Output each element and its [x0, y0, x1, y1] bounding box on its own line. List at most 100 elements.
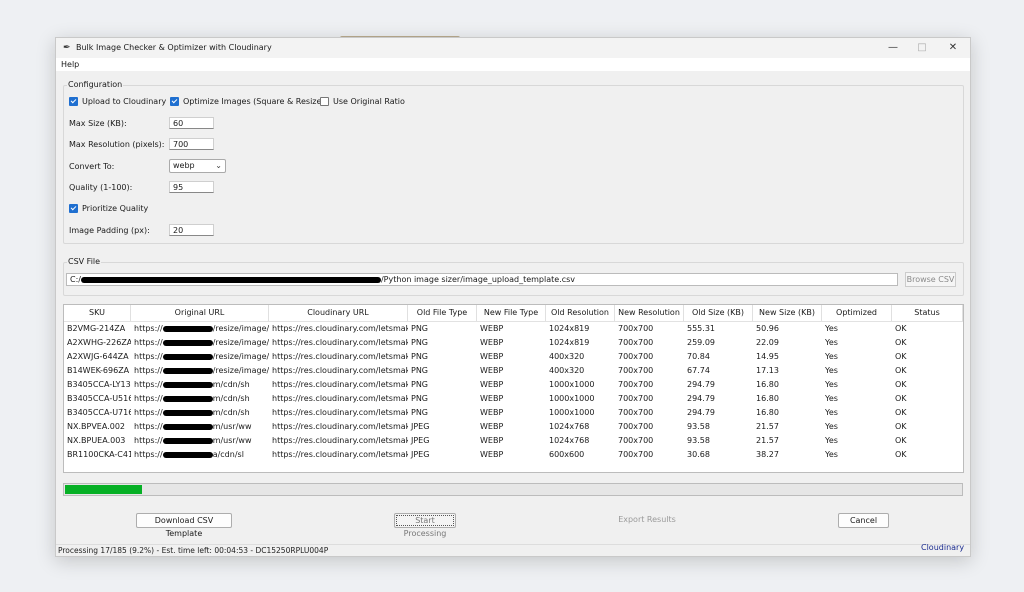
table-row[interactable]: B3405CCA-U7165https:// m/cdn/sh https://re… [64, 406, 963, 420]
cell-new-resolution: 700x700 [618, 450, 654, 459]
table-row[interactable]: A2XWHG-226ZA https:// /resize/image/https:… [64, 336, 963, 350]
cell-cloudinary-url: https://res.cloudinary.com/letsmake [272, 324, 408, 333]
csv-path-field[interactable]: C:/ /Python image sizer/image_upload_temp… [66, 273, 898, 286]
cell-optimized: Yes [825, 422, 838, 431]
cell-old-resolution: 1024x768 [549, 422, 590, 431]
cell-original-url: https:// /resize/image/ [131, 364, 269, 378]
cell-old-file-type: PNG [411, 352, 429, 361]
cell-optimized: Yes [825, 394, 838, 403]
csv-path-prefix: C:/ [70, 275, 81, 284]
max-size-label: Max Size (KB): [69, 119, 127, 128]
upload-cloudinary-checkbox[interactable]: Upload to Cloudinary [69, 97, 166, 106]
quality-label: Quality (1-100): [69, 183, 133, 192]
cell-new-resolution: 700x700 [618, 352, 654, 361]
cell-status: OK [895, 338, 907, 347]
column-header-new-resolution[interactable]: New Resolution [615, 305, 684, 321]
image-padding-input[interactable]: 20 [169, 224, 214, 236]
cell-new-file-type: WEBP [480, 450, 504, 459]
optimize-images-checkbox[interactable]: Optimize Images (Square & Resize) [170, 97, 325, 106]
cell-new-resolution: 700x700 [618, 338, 654, 347]
cell-old-file-type: PNG [411, 366, 429, 375]
cell-optimized: Yes [825, 450, 838, 459]
cell-new-resolution: 700x700 [618, 408, 654, 417]
cell-old-file-type: PNG [411, 380, 429, 389]
table-row[interactable]: B14WEK-696ZA https:// /resize/image/https:… [64, 364, 963, 378]
minimize-button[interactable]: — [880, 41, 906, 55]
checkbox-checked-icon [69, 204, 78, 213]
cloudinary-link[interactable]: Cloudinary [921, 543, 964, 552]
cell-original-url: https:// m/cdn/sh [131, 378, 269, 392]
maximize-button[interactable]: □ [909, 41, 935, 55]
cell-new-size: 16.80 [756, 408, 779, 417]
redaction-bar [162, 423, 213, 430]
cell-new-size: 50.96 [756, 324, 779, 333]
cell-sku: B14WEK-696ZA [67, 366, 130, 375]
cell-original-url: https:// a/cdn/sl [131, 448, 269, 462]
status-divider [56, 544, 970, 545]
close-button[interactable]: ✕ [940, 41, 966, 55]
table-row[interactable]: B3405CCA-U5165https:// m/cdn/sh https://re… [64, 392, 963, 406]
prioritize-quality-checkbox[interactable]: Prioritize Quality [69, 204, 148, 213]
table-row[interactable]: NX.BPVEA.002 https:// m/usr/ww https://res.… [64, 420, 963, 434]
use-original-ratio-checkbox[interactable]: Use Original Ratio [320, 97, 405, 106]
table-row[interactable]: B3405CCA-LY134 https:// m/cdn/sh https://re… [64, 378, 963, 392]
cell-old-size: 294.79 [687, 380, 715, 389]
cell-new-size: 14.95 [756, 352, 779, 361]
cell-sku: A2XWJG-644ZA [67, 352, 129, 361]
cell-new-resolution: 700x700 [618, 366, 654, 375]
url-suffix: m/usr/ww [212, 422, 252, 431]
table-row[interactable]: B2VMG-214ZA https:// /resize/image/https:/… [64, 322, 963, 336]
download-csv-template-button[interactable]: Download CSV Template [136, 513, 232, 538]
cell-optimized: Yes [825, 408, 838, 417]
cell-old-resolution: 1024x819 [549, 324, 590, 333]
column-header-new-size[interactable]: New Size (KB) [753, 305, 822, 321]
cell-old-file-type: PNG [411, 324, 429, 333]
table-row[interactable]: A2XWJG-644ZA https:// /resize/image/https:… [64, 350, 963, 364]
table-row[interactable]: BR1100CKA-C412https:// a/cdn/sl https://re… [64, 448, 963, 462]
url-suffix: /resize/image/ [212, 338, 269, 347]
cell-old-resolution: 400x320 [549, 352, 585, 361]
url-suffix: /resize/image/ [212, 352, 269, 361]
cell-new-size: 21.57 [756, 422, 779, 431]
progress-fill [65, 485, 142, 494]
cell-new-resolution: 700x700 [618, 394, 654, 403]
column-header-cloudinary-url[interactable]: Cloudinary URL [269, 305, 408, 321]
column-header-old-file-type[interactable]: Old File Type [408, 305, 477, 321]
column-header-new-file-type[interactable]: New File Type [477, 305, 546, 321]
cell-new-file-type: WEBP [480, 436, 504, 445]
cell-new-size: 17.13 [756, 366, 779, 375]
max-size-input[interactable]: 60 [169, 117, 214, 129]
cell-cloudinary-url: https://res.cloudinary.com/letsmake [272, 450, 408, 459]
quality-input[interactable]: 95 [169, 181, 214, 193]
column-header-optimized[interactable]: Optimized [822, 305, 892, 321]
cell-status: OK [895, 408, 907, 417]
convert-to-select[interactable]: webp ⌄ [169, 159, 226, 173]
max-resolution-input[interactable]: 700 [169, 138, 214, 150]
url-prefix: https:// [134, 338, 163, 347]
cancel-button[interactable]: Cancel [838, 513, 889, 528]
column-header-original-url[interactable]: Original URL [131, 305, 269, 321]
column-header-status[interactable]: Status [892, 305, 963, 321]
results-table[interactable]: SKU Original URL Cloudinary URL Old File Ty… [63, 304, 964, 473]
start-processing-button[interactable]: Start Processing [394, 513, 456, 538]
url-prefix: https:// [134, 408, 163, 417]
browse-csv-button[interactable]: Browse CSV [905, 272, 956, 287]
cell-cloudinary-url: https://res.cloudinary.com/letsmake [272, 394, 408, 403]
column-header-old-resolution[interactable]: Old Resolution [546, 305, 615, 321]
cell-optimized: Yes [825, 366, 838, 375]
redaction-bar [162, 353, 213, 360]
cell-cloudinary-url: https://res.cloudinary.com/letsmake [272, 366, 408, 375]
cell-cloudinary-url: https://res.cloudinary.com/letsmake [272, 408, 408, 417]
csv-file-label: CSV File [67, 257, 102, 266]
cell-optimized: Yes [825, 352, 838, 361]
url-prefix: https:// [134, 380, 163, 389]
menu-bar: Help [56, 58, 970, 71]
table-row[interactable]: NX.BPUEA.003 https:// m/usr/ww https://res.… [64, 434, 963, 448]
url-suffix: a/cdn/sl [212, 450, 244, 459]
column-header-sku[interactable]: SKU [64, 305, 131, 321]
window-title: Bulk Image Checker & Optimizer with Clou… [76, 43, 272, 52]
column-header-old-size[interactable]: Old Size (KB) [684, 305, 753, 321]
export-results-button[interactable]: Export Results [616, 513, 678, 528]
menu-help[interactable]: Help [61, 60, 79, 69]
cell-new-file-type: WEBP [480, 324, 504, 333]
